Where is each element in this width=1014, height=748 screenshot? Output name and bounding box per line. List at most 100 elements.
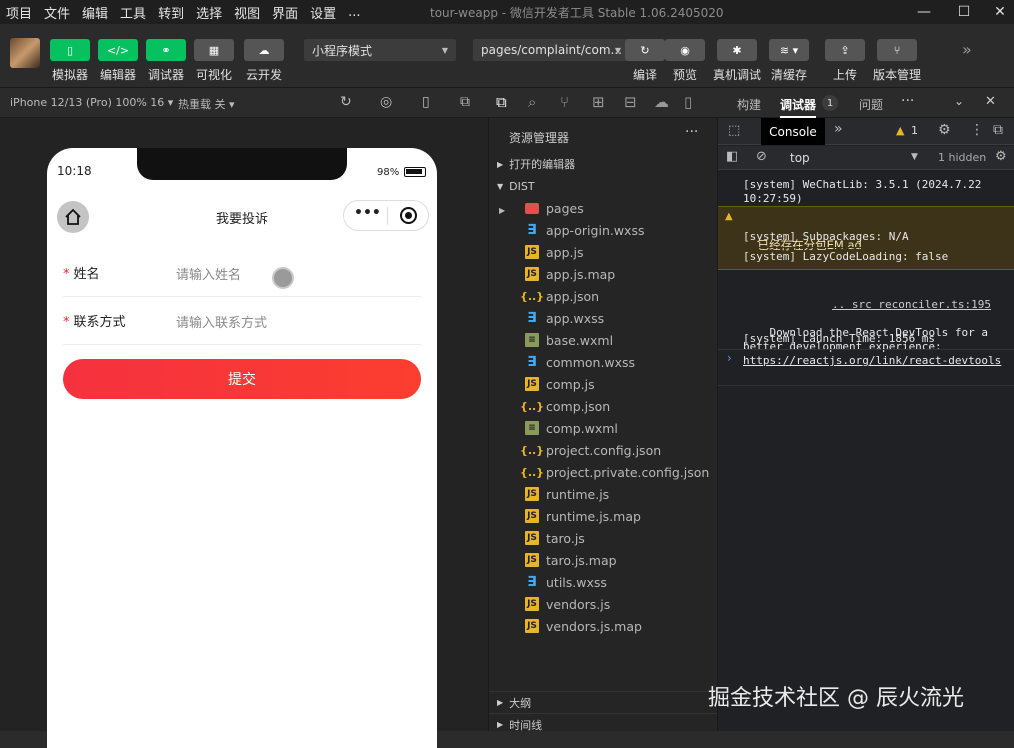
dropdown-caret-icon[interactable]: ▼	[911, 152, 918, 162]
source-control-icon[interactable]: ⑂	[560, 93, 569, 111]
file-item[interactable]: JS app.js.map	[489, 263, 717, 285]
js-file-icon: JS	[525, 377, 539, 391]
open-editors-section[interactable]: ▶ 打开的编辑器	[489, 153, 717, 175]
file-item[interactable]: ∃ app-origin.wxss	[489, 219, 717, 241]
menu-settings[interactable]: 设置	[304, 3, 342, 22]
file-item[interactable]: {..} app.json	[489, 285, 717, 307]
dist-section[interactable]: ▼ DIST	[489, 175, 717, 197]
remote-debug-button[interactable]: ✱	[717, 39, 757, 61]
file-name: runtime.js.map	[546, 508, 641, 524]
timeline-section[interactable]: ▶ 时间线	[489, 713, 717, 735]
device-select[interactable]: iPhone 12/13 (Pro) 100% 16 ▾	[10, 96, 173, 109]
menu-select[interactable]: 选择	[190, 3, 228, 22]
menu-interface[interactable]: 界面	[266, 3, 304, 22]
file-item[interactable]: ≡ base.wxml	[489, 329, 717, 351]
cloud-button[interactable]: ☁	[244, 39, 284, 61]
stop-icon[interactable]: ◎	[380, 94, 392, 110]
submit-button[interactable]: 提交	[63, 359, 421, 399]
file-item[interactable]: JS taro.js	[489, 527, 717, 549]
file-item[interactable]: ∃ common.wxss	[489, 351, 717, 373]
preview-button[interactable]: ◉	[665, 39, 705, 61]
menu-file[interactable]: 文件	[38, 3, 76, 22]
tab-console[interactable]: Console	[761, 118, 825, 145]
popout-icon[interactable]: ⧉	[460, 94, 470, 110]
file-item[interactable]: JS runtime.js	[489, 483, 717, 505]
file-item[interactable]: {..} project.private.config.json	[489, 461, 717, 483]
file-item[interactable]: JS vendors.js.map	[489, 615, 717, 637]
required-mark: *	[63, 267, 70, 282]
dock-icon[interactable]: ⧉	[993, 122, 1003, 138]
menu-project[interactable]: 项目	[0, 3, 38, 22]
inspect-icon[interactable]: ⬚	[728, 123, 740, 138]
more-chevron-icon[interactable]: »	[962, 40, 972, 59]
menu-more[interactable]: ...	[342, 5, 366, 20]
reload-icon[interactable]: ↻	[340, 94, 352, 110]
refresh-icon: ↻	[640, 43, 650, 57]
console-prompt-icon[interactable]: ›	[727, 351, 732, 365]
menu-goto[interactable]: 转到	[152, 3, 190, 22]
compile-button[interactable]: ↻	[625, 39, 665, 61]
preview-label: 预览	[673, 68, 698, 82]
menu-edit[interactable]: 编辑	[76, 3, 114, 22]
extensions-icon[interactable]: ⊞	[592, 93, 605, 111]
name-input[interactable]: 请输入姓名	[176, 264, 241, 283]
clear-cache-button[interactable]: ≋ ▾	[769, 39, 809, 61]
file-name: taro.js	[546, 530, 585, 546]
file-item[interactable]: JS app.js	[489, 241, 717, 263]
files-icon[interactable]: ⧉	[496, 93, 507, 111]
search-icon[interactable]: ⌕	[528, 93, 536, 111]
file-item[interactable]: ∃ app.wxss	[489, 307, 717, 329]
react-devtools-link[interactable]: https://reactjs.org/link/react-devtools	[743, 354, 1001, 367]
visual-toggle-button[interactable]: ▦	[194, 39, 234, 61]
kebab-menu-icon[interactable]: ⋮	[970, 122, 984, 138]
log-source-link[interactable]: .. src reconciler.ts:195	[832, 298, 991, 311]
more-options-icon[interactable]: ···	[901, 93, 914, 109]
page-select[interactable]: pages/complaint/com... ▼	[473, 39, 627, 61]
upload-button[interactable]: ⇪	[825, 39, 865, 61]
close-miniprogram-icon[interactable]	[400, 207, 417, 224]
file-item[interactable]: JS vendors.js	[489, 593, 717, 615]
chevron-down-icon[interactable]: ⌄	[954, 94, 964, 108]
mode-select[interactable]: 小程序模式 ▼	[304, 39, 456, 61]
phone-notch	[137, 148, 347, 180]
contact-input[interactable]: 请输入联系方式	[176, 312, 267, 331]
file-item[interactable]: ≡ comp.wxml	[489, 417, 717, 439]
avatar[interactable]	[10, 38, 40, 68]
debugger-toggle-button[interactable]: ⚭	[146, 39, 186, 61]
more-tabs-icon[interactable]: »	[834, 121, 843, 137]
file-item[interactable]: JS runtime.js.map	[489, 505, 717, 527]
tab-debugger[interactable]: 调试器	[780, 96, 817, 118]
folder-item[interactable]: ▶ pages	[489, 197, 717, 219]
menu-tools[interactable]: 工具	[114, 3, 152, 22]
warning-icon[interactable]: ▲	[896, 124, 904, 137]
more-options-icon[interactable]: ···	[685, 124, 698, 140]
file-item[interactable]: ∃ utils.wxss	[489, 571, 717, 593]
close-window-icon[interactable]: ✕	[982, 0, 1014, 24]
file-item[interactable]: {..} project.config.json	[489, 439, 717, 461]
tab-build[interactable]: 构建	[737, 96, 761, 113]
minimize-icon[interactable]: —	[906, 0, 942, 24]
file-name: project.config.json	[546, 442, 662, 458]
file-item[interactable]: JS taro.js.map	[489, 549, 717, 571]
editor-toggle-button[interactable]: </>	[98, 39, 138, 61]
sidebar-toggle-icon[interactable]: ◧	[726, 149, 738, 164]
gear-icon[interactable]: ⚙	[938, 122, 951, 138]
phone-icon[interactable]: ▯	[422, 94, 430, 110]
more-dots-icon[interactable]: •••	[354, 205, 381, 221]
outline-section[interactable]: ▶ 大纲	[489, 691, 717, 713]
file-item[interactable]: JS comp.js	[489, 373, 717, 395]
gear-icon[interactable]: ⚙	[995, 149, 1007, 164]
version-button[interactable]: ⑂	[877, 39, 917, 61]
maximize-icon[interactable]: ☐	[946, 0, 982, 24]
panel-icon[interactable]: ⊟	[624, 93, 637, 111]
context-select[interactable]: top	[790, 151, 810, 165]
cloud-icon[interactable]: ☁	[654, 93, 669, 111]
menu-view[interactable]: 视图	[228, 3, 266, 22]
clear-console-icon[interactable]: ⊘	[756, 149, 767, 164]
devtools-icon[interactable]: ▯	[684, 93, 692, 111]
hot-reload-toggle[interactable]: 热重载 关 ▾	[178, 96, 235, 112]
file-item[interactable]: {..} comp.json	[489, 395, 717, 417]
tab-problems[interactable]: 问题	[859, 96, 883, 113]
simulator-toggle-button[interactable]: ▯	[50, 39, 90, 61]
close-icon[interactable]: ✕	[985, 94, 996, 109]
